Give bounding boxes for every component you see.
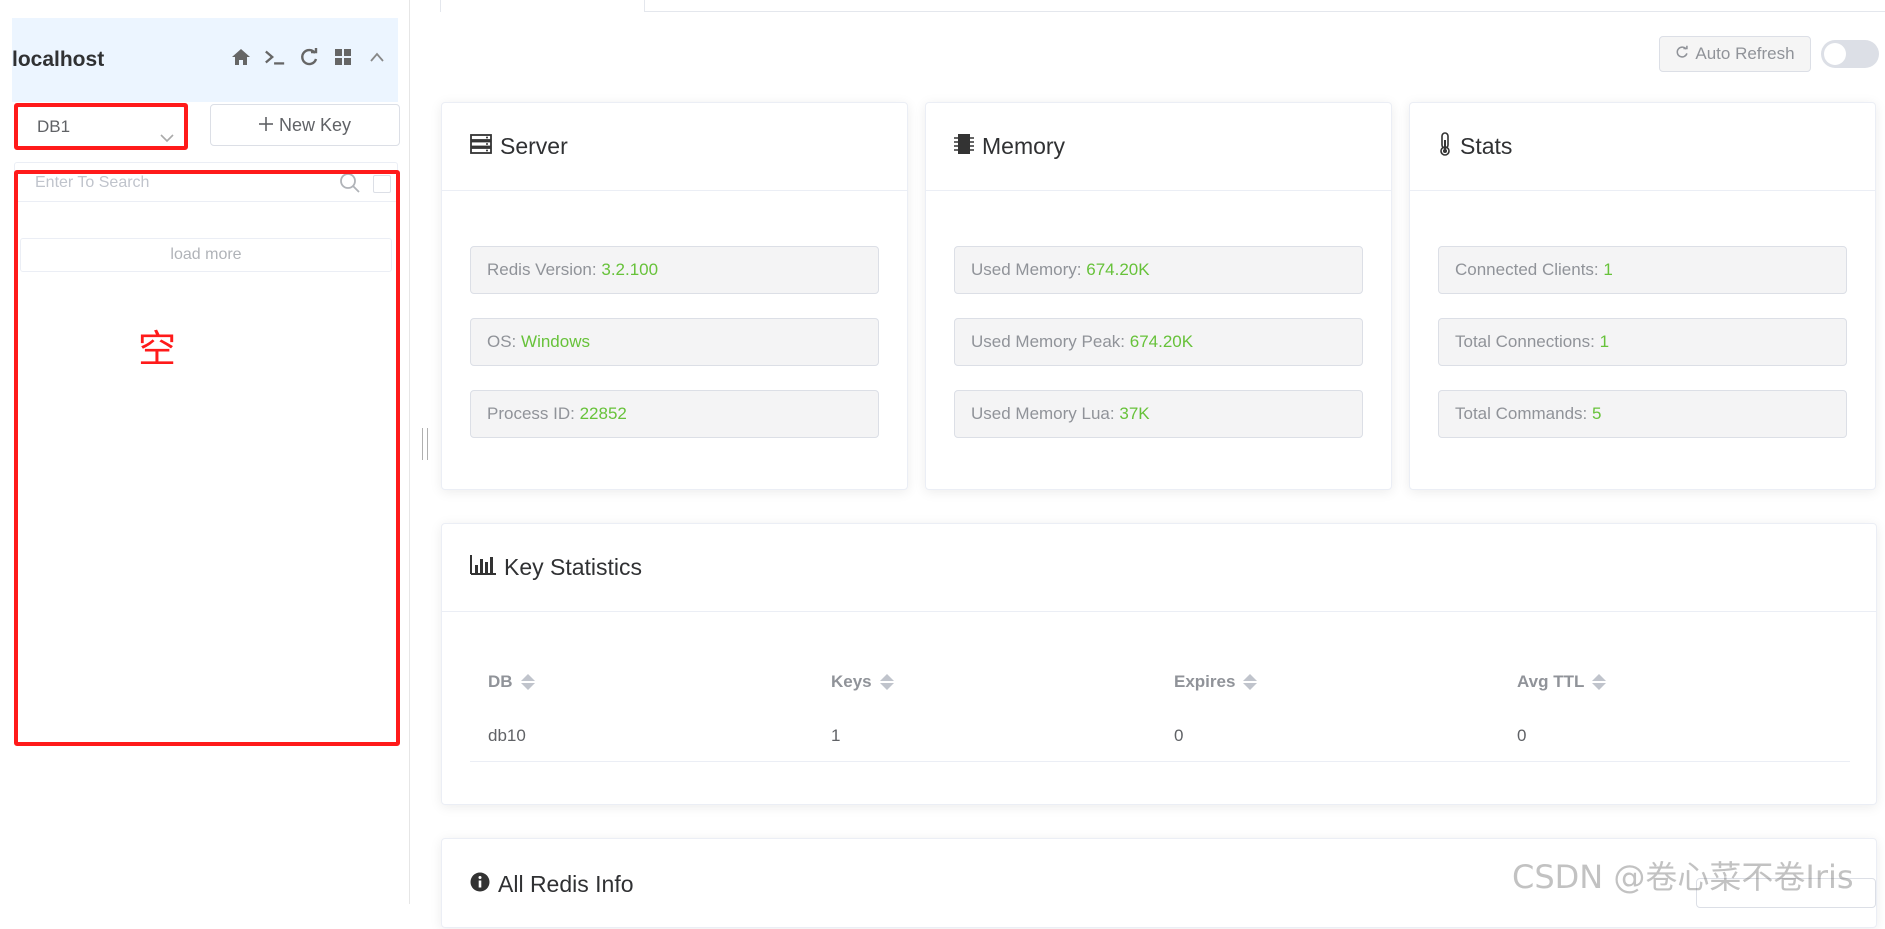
connection-header[interactable]: localhost — [12, 18, 398, 102]
connected-clients-row: Connected Clients: 1 — [1438, 246, 1847, 294]
key-statistics-table: DB Keys Expires Avg TTL db10 1 0 0 — [470, 654, 1850, 762]
auto-refresh-label: Auto Refresh — [1695, 44, 1795, 63]
server-card-title: Server — [500, 133, 568, 159]
thermometer-icon — [1438, 131, 1452, 162]
empty-annotation-label: 空 — [138, 327, 177, 371]
exact-search-checkbox[interactable] — [373, 175, 391, 193]
refresh-icon[interactable] — [298, 46, 320, 68]
plus-icon — [258, 115, 273, 136]
chevron-down-icon — [159, 119, 175, 159]
total-connections-row: Total Connections: 1 — [1438, 318, 1847, 366]
new-key-button[interactable]: New Key — [210, 104, 400, 146]
memory-card-header: Memory — [926, 103, 1391, 191]
db-select[interactable]: DB1 — [16, 106, 186, 148]
tab-status[interactable] — [440, 0, 645, 12]
refresh-icon — [1675, 44, 1689, 64]
info-circle-icon — [470, 871, 490, 898]
redis-version-row: Redis Version: 3.2.100 — [470, 246, 879, 294]
sort-icon[interactable] — [520, 674, 535, 690]
os-row: OS: Windows — [470, 318, 879, 366]
home-icon[interactable] — [230, 46, 252, 68]
cell-db: db10 — [488, 725, 526, 745]
search-icon[interactable] — [339, 172, 361, 199]
column-header-avg-ttl[interactable]: Avg TTL — [1499, 672, 1842, 692]
grid-icon[interactable] — [332, 46, 354, 68]
tab-bar-divider — [645, 11, 1885, 12]
column-header-db[interactable]: DB — [470, 672, 813, 692]
sidebar: localhost DB1 New Key Enter To Search lo… — [0, 0, 410, 904]
used-memory-lua-row: Used Memory Lua: 37K — [954, 390, 1363, 438]
sort-icon[interactable] — [879, 674, 894, 690]
column-header-keys[interactable]: Keys — [813, 672, 1156, 692]
stats-card: Stats Connected Clients: 1 Total Connect… — [1409, 102, 1876, 490]
stats-card-header: Stats — [1410, 103, 1875, 191]
key-statistics-title: Key Statistics — [504, 554, 643, 580]
process-id-row: Process ID: 22852 — [470, 390, 879, 438]
used-memory-peak-row: Used Memory Peak: 674.20K — [954, 318, 1363, 366]
total-commands-row: Total Commands: 5 — [1438, 390, 1847, 438]
key-statistics-card: Key Statistics DB Keys Expires Avg TTL d… — [441, 523, 1877, 805]
auto-refresh-toggle[interactable] — [1821, 40, 1879, 68]
watermark-text: CSDN @卷心菜不卷Iris — [1512, 858, 1854, 896]
memory-chip-icon — [954, 133, 974, 161]
sort-icon[interactable] — [1243, 674, 1258, 690]
connection-toolbar — [230, 46, 388, 68]
new-key-label: New Key — [278, 114, 352, 135]
cell-avg-ttl: 0 — [1517, 725, 1527, 745]
bar-chart-icon — [470, 554, 496, 581]
sidebar-resize-handle[interactable] — [422, 428, 428, 460]
terminal-icon[interactable] — [264, 46, 286, 68]
stats-card-title: Stats — [1460, 133, 1513, 159]
server-card-header: Server — [442, 103, 907, 191]
chevron-up-icon[interactable] — [366, 46, 388, 68]
memory-card: Memory Used Memory: 674.20K Used Memory … — [925, 102, 1392, 490]
db-select-value: DB1 — [37, 117, 71, 136]
auto-refresh-button[interactable]: Auto Refresh — [1659, 36, 1811, 72]
all-redis-info-title: All Redis Info — [498, 870, 634, 897]
table-row: db10 1 0 0 — [470, 710, 1850, 762]
key-statistics-header: Key Statistics — [442, 524, 1876, 612]
table-header-row: DB Keys Expires Avg TTL — [470, 654, 1850, 710]
column-header-expires[interactable]: Expires — [1156, 672, 1499, 692]
key-search — [14, 162, 398, 202]
server-card: Server Redis Version: 3.2.100 OS: Window… — [441, 102, 908, 490]
sort-icon[interactable] — [1592, 674, 1607, 690]
cell-expires: 0 — [1174, 725, 1184, 745]
search-input[interactable] — [35, 171, 325, 195]
cell-keys: 1 — [831, 725, 841, 745]
server-icon — [470, 133, 492, 160]
load-more-button[interactable]: load more — [20, 238, 392, 272]
toggle-knob — [1824, 43, 1846, 65]
used-memory-row: Used Memory: 674.20K — [954, 246, 1363, 294]
memory-card-title: Memory — [982, 133, 1066, 159]
main-panel: Auto Refresh Server Redis Version: 3.2.1… — [440, 0, 1885, 928]
connection-name[interactable]: localhost — [12, 48, 104, 72]
